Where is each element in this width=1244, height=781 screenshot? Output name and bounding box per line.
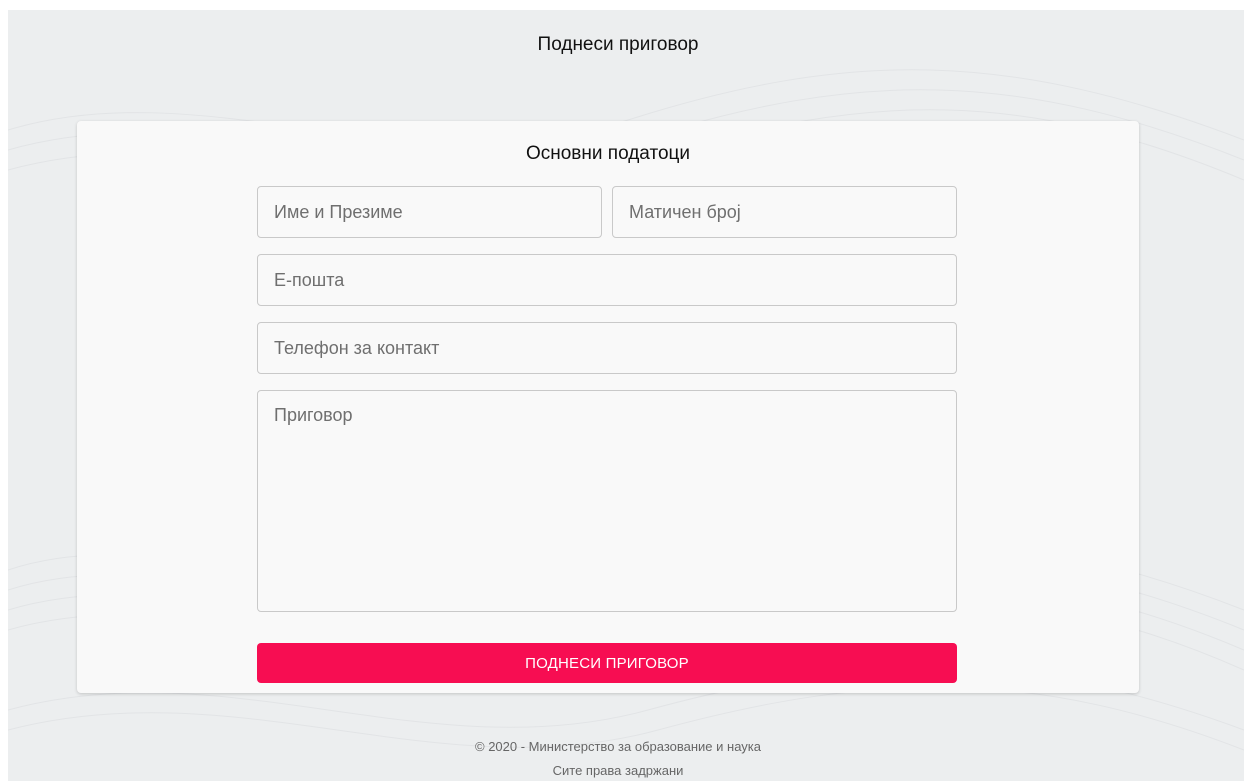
submit-complaint-button[interactable]: ПОДНЕСИ ПРИГОВОР bbox=[257, 643, 957, 683]
section-title: Основни податоци bbox=[525, 143, 691, 164]
complaint-form-card: Основни податоци ПОДНЕСИ ПРИГОВОР bbox=[77, 121, 1139, 693]
page-background: Поднеси приговор Основни податоци ПОДНЕС… bbox=[8, 10, 1244, 781]
email-input[interactable] bbox=[257, 254, 957, 306]
full-name-input[interactable] bbox=[257, 186, 602, 238]
footer-rights: Сите права задржани bbox=[552, 763, 684, 778]
complaint-textarea[interactable] bbox=[257, 390, 957, 612]
phone-input[interactable] bbox=[257, 322, 957, 374]
id-number-input[interactable] bbox=[612, 186, 957, 238]
page-title: Поднеси приговор bbox=[537, 34, 699, 55]
footer-copyright: © 2020 - Министерство за образование и н… bbox=[475, 739, 761, 754]
